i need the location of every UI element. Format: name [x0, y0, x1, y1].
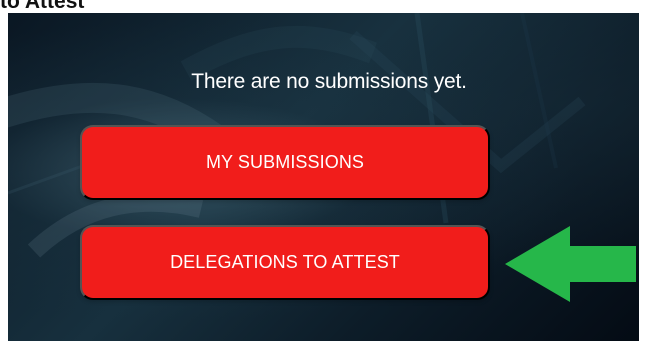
- my-submissions-button[interactable]: MY SUBMISSIONS: [80, 125, 490, 200]
- delegations-to-attest-button[interactable]: DELEGATIONS TO ATTEST: [80, 225, 490, 300]
- partial-page-heading: to Attest: [0, 0, 85, 13]
- page: to Attest There are no submissions yet. …: [0, 0, 647, 341]
- empty-submissions-message: There are no submissions yet.: [191, 70, 467, 93]
- green-left-arrow-icon: [505, 226, 636, 302]
